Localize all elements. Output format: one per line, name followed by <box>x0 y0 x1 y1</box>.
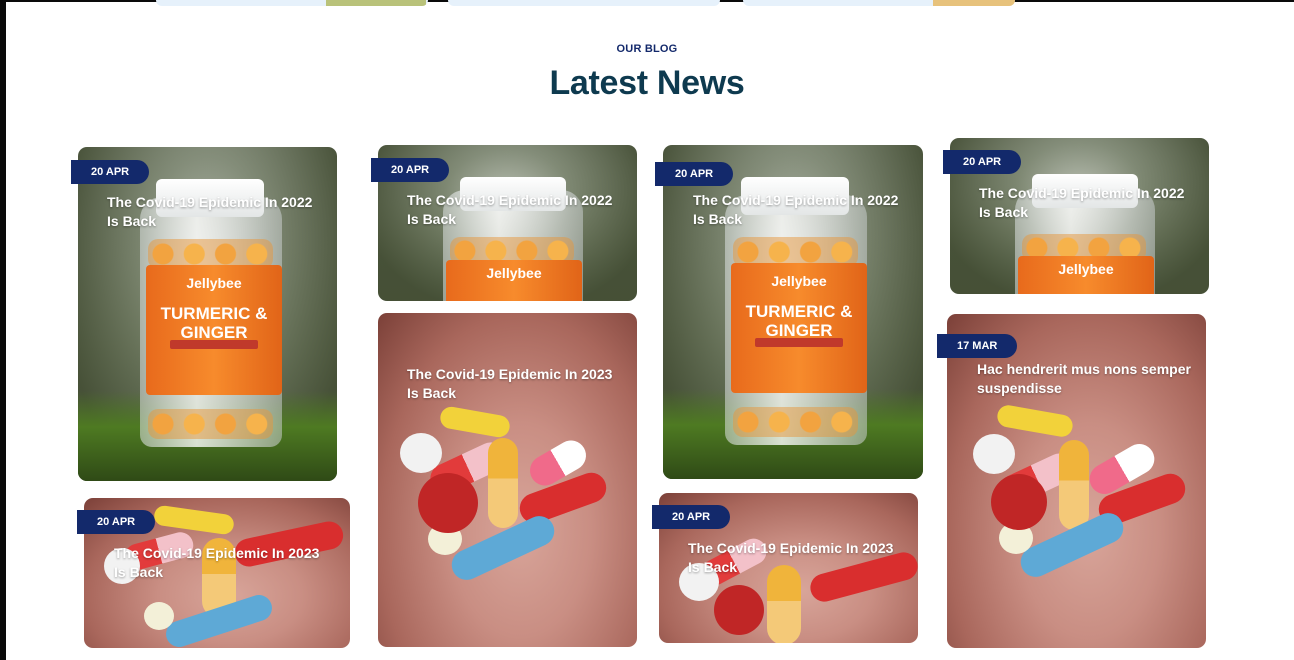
blog-card[interactable]: Jellybee 20 APR The Covid-19 Epidemic In… <box>371 145 637 301</box>
date-badge: 20 APR <box>77 510 156 534</box>
blog-card-title[interactable]: Hac hendrerit mus nons semper suspendiss… <box>977 360 1192 398</box>
previous-section-card <box>743 0 1015 6</box>
blog-card-image <box>378 313 637 647</box>
blog-card[interactable]: 20 APR The Covid-19 Epidemic In 2023 Is … <box>652 493 918 643</box>
blog-card[interactable]: 20 APR The Covid-19 Epidemic In 2023 Is … <box>77 498 350 648</box>
section-kicker: OUR BLOG <box>616 43 678 55</box>
blog-card-title[interactable]: The Covid-19 Epidemic In 2022 Is Back <box>979 184 1189 222</box>
date-badge: 20 APR <box>943 150 1022 174</box>
date-badge: 17 MAR <box>937 334 1018 358</box>
blog-card[interactable]: 17 MAR Hac hendrerit mus nons semper sus… <box>937 314 1206 648</box>
blog-card[interactable]: Jellybee TURMERIC & GINGER 20 APR The Co… <box>71 147 337 481</box>
blog-card-title[interactable]: The Covid-19 Epidemic In 2023 Is Back <box>688 539 898 577</box>
bottle-brand: Jellybee <box>186 275 242 292</box>
date-badge: 20 APR <box>71 160 150 184</box>
blog-card[interactable]: The Covid-19 Epidemic In 2023 Is Back <box>378 313 637 647</box>
blog-card-title[interactable]: The Covid-19 Epidemic In 2022 Is Back <box>693 191 903 229</box>
blog-card[interactable]: Jellybee TURMERIC & GINGER 20 APR The Co… <box>655 145 923 479</box>
bottle-product: TURMERIC & GINGER <box>160 304 268 342</box>
blog-card-title[interactable]: The Covid-19 Epidemic In 2023 Is Back <box>114 544 334 582</box>
blog-card-title[interactable]: The Covid-19 Epidemic In 2022 Is Back <box>107 193 317 231</box>
blog-card-title[interactable]: The Covid-19 Epidemic In 2023 Is Back <box>407 365 622 403</box>
bottle-brand: Jellybee <box>771 273 827 290</box>
previous-section-card <box>156 0 428 6</box>
blog-card[interactable]: Jellybee 20 APR The Covid-19 Epidemic In… <box>943 138 1209 294</box>
bottle-brand: Jellybee <box>1058 260 1114 277</box>
date-badge: 20 APR <box>655 162 734 186</box>
blog-card-title[interactable]: The Covid-19 Epidemic In 2022 Is Back <box>407 191 617 229</box>
bottle-brand: Jellybee <box>486 264 542 281</box>
blog-section-page: OUR BLOG Latest News Jellybee TURMERIC &… <box>0 0 1294 660</box>
bottle-product: TURMERIC & GINGER <box>745 302 853 340</box>
section-title: Latest News <box>549 64 745 102</box>
date-badge: 20 APR <box>652 505 731 529</box>
previous-section-card <box>448 0 720 6</box>
date-badge: 20 APR <box>371 158 450 182</box>
